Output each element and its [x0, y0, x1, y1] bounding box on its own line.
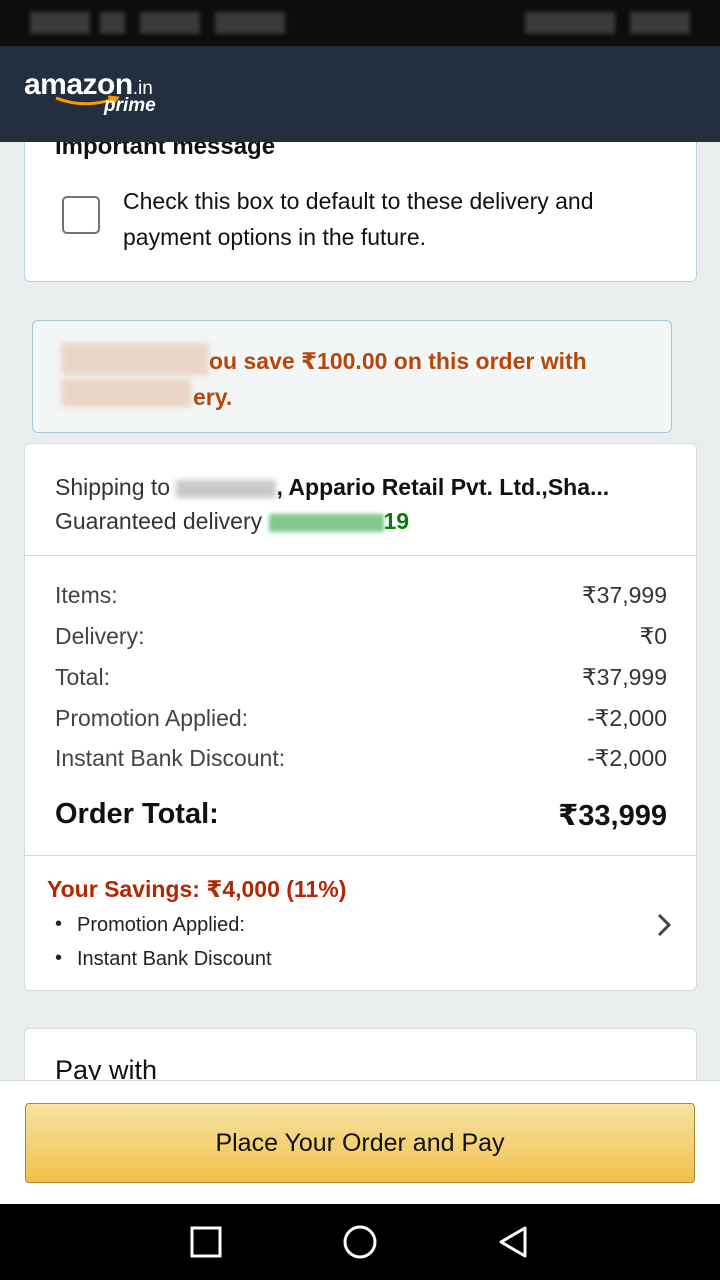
savings-banner: ou save ₹100.00 on this order with ery.: [32, 320, 672, 433]
summary-row-delivery: Delivery: ₹0: [55, 623, 667, 650]
shipping-prefix: Shipping to: [55, 474, 171, 500]
system-nav-bar: [0, 1204, 720, 1280]
shipping-address: , Appario Retail Pvt. Ltd.,Sha...: [276, 474, 610, 500]
redacted-block: [61, 343, 209, 375]
back-icon[interactable]: [495, 1224, 531, 1260]
delivery-date: 19: [383, 508, 410, 534]
app-header: amazon.in prime: [0, 46, 720, 142]
home-icon[interactable]: [342, 1224, 378, 1260]
summary-label: Promotion Applied:: [55, 705, 249, 731]
pay-with-card: Pay with: [24, 1028, 697, 1080]
summary-row-total: Total: ₹37,999: [55, 664, 667, 691]
order-total-value: ₹33,999: [558, 800, 667, 832]
summary-label: Delivery:: [55, 623, 145, 649]
your-savings-title[interactable]: Your Savings: ₹4,000 (11%): [47, 876, 346, 903]
redacted-block: [61, 379, 191, 407]
pay-with-title: Pay with: [55, 1055, 158, 1080]
savings-item: Promotion Applied:: [55, 913, 245, 937]
place-order-footer: Place Your Order and Pay: [0, 1080, 720, 1204]
recent-apps-icon[interactable]: [188, 1224, 224, 1260]
order-summary-card: Shipping to , Appario Retail Pvt. Ltd.,S…: [24, 443, 697, 991]
status-bar: [0, 0, 720, 46]
logo-prime-text: prime: [104, 95, 156, 116]
summary-value: ₹37,999: [582, 582, 667, 608]
savings-banner-line2: ery.: [193, 384, 233, 410]
amazon-prime-logo[interactable]: amazon.in prime: [24, 68, 156, 116]
order-total-row: Order Total: ₹33,999: [55, 798, 667, 833]
important-message-card: Important message Check this box to defa…: [24, 142, 697, 282]
divider: [25, 555, 696, 556]
summary-value: ₹37,999: [582, 664, 667, 690]
summary-value: -₹2,000: [587, 745, 667, 771]
place-order-button[interactable]: Place Your Order and Pay: [25, 1103, 695, 1183]
summary-value: -₹2,000: [587, 705, 667, 731]
checkout-content[interactable]: Important message Check this box to defa…: [0, 142, 720, 1080]
redacted-date: [268, 513, 384, 532]
savings-banner-line1: ou save ₹100.00 on this order with: [209, 348, 587, 374]
summary-label: Total:: [55, 664, 110, 690]
redacted-name: [176, 479, 277, 498]
delivery-prefix: Guaranteed delivery: [55, 508, 263, 534]
summary-value: ₹0: [639, 623, 667, 649]
default-options-label[interactable]: Check this box to default to these deliv…: [123, 183, 643, 255]
checkbox-icon[interactable]: [62, 196, 100, 234]
summary-label: Instant Bank Discount:: [55, 745, 286, 771]
summary-row-bank-discount: Instant Bank Discount: -₹2,000: [55, 745, 667, 772]
chevron-right-icon[interactable]: [655, 911, 673, 939]
summary-label: Items:: [55, 582, 118, 608]
divider: [25, 855, 696, 856]
summary-row-items: Items: ₹37,999: [55, 582, 667, 609]
important-message-title: Important message: [55, 142, 276, 160]
savings-item: Instant Bank Discount: [55, 947, 272, 971]
summary-row-promotion: Promotion Applied: -₹2,000: [55, 705, 667, 732]
order-total-label: Order Total:: [55, 798, 219, 830]
shipping-info[interactable]: Shipping to , Appario Retail Pvt. Ltd.,S…: [55, 470, 675, 538]
